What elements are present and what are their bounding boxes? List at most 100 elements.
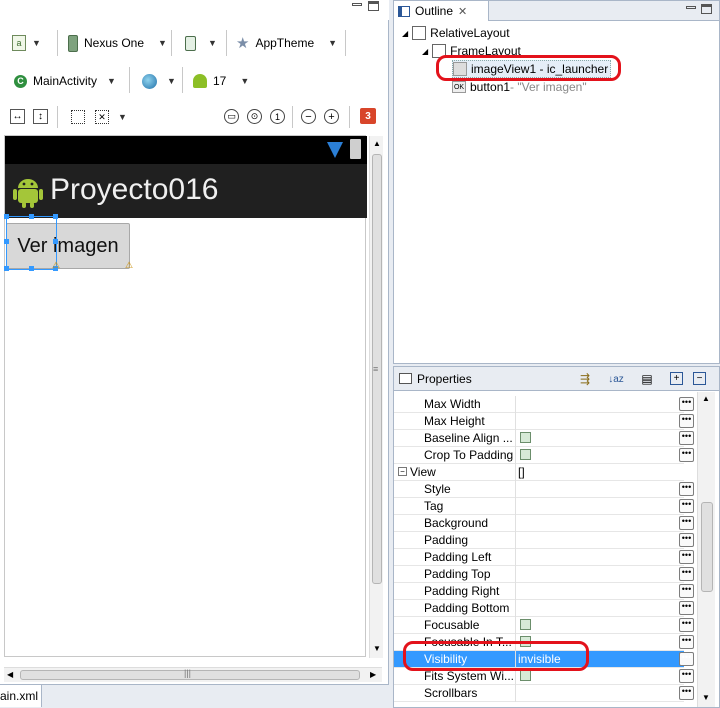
property-name: Max Height: [424, 414, 485, 428]
ellipsis-button[interactable]: •••: [679, 550, 694, 564]
tree-item-label: button1: [470, 80, 511, 94]
zoom-in-icon[interactable]: +: [324, 109, 339, 124]
ellipsis-button[interactable]: •••: [679, 584, 694, 598]
scroll-down-icon[interactable]: ▼: [702, 693, 710, 702]
editor-tab-strip: ain.xml: [0, 684, 389, 708]
property-row[interactable]: Focusable •••: [394, 617, 694, 634]
checkbox[interactable]: [520, 449, 531, 460]
property-name: Padding Bottom: [424, 601, 510, 615]
properties-vertical-scrollbar[interactable]: ▲ ▼: [697, 392, 715, 707]
app-title: Proyecto016: [50, 173, 219, 206]
property-row[interactable]: Max Height •••: [394, 413, 694, 430]
error-count-badge[interactable]: 3: [360, 108, 376, 124]
collapse-all-icon[interactable]: −: [693, 372, 706, 385]
ellipsis-button[interactable]: •••: [679, 431, 694, 445]
property-row[interactable]: Crop To Padding •••: [394, 447, 694, 464]
ellipsis-button[interactable]: •••: [679, 397, 694, 411]
ellipsis-button[interactable]: •••: [679, 499, 694, 513]
collapse-toggle-icon[interactable]: −: [398, 467, 407, 476]
ellipsis-button[interactable]: •••: [679, 618, 694, 632]
expand-triangle-icon[interactable]: ◢: [422, 47, 428, 56]
scroll-grip-icon: |||: [184, 668, 192, 678]
scroll-thumb[interactable]: [701, 502, 713, 592]
android-action-bar: Proyecto016: [5, 164, 367, 218]
property-row[interactable]: Padding •••: [394, 532, 694, 549]
filter-icon[interactable]: ⇶: [576, 371, 594, 387]
maximize-icon[interactable]: [368, 1, 379, 11]
scroll-up-icon[interactable]: ▲: [702, 394, 710, 403]
checkbox[interactable]: [520, 619, 531, 630]
property-row[interactable]: Tag •••: [394, 498, 694, 515]
android-icon: [193, 74, 207, 88]
editor-tab-main-xml[interactable]: ain.xml: [0, 685, 42, 707]
property-row[interactable]: Padding Bottom •••: [394, 600, 694, 617]
property-row[interactable]: Background •••: [394, 515, 694, 532]
selection-box: [4, 214, 58, 271]
chevron-down-icon: ▼: [32, 38, 41, 48]
layout-actions-icon[interactable]: ✕: [95, 110, 109, 124]
wifi-icon: [327, 142, 343, 158]
api-level-dropdown[interactable]: 17 ▼: [193, 69, 249, 93]
locale-dropdown[interactable]: ▼: [142, 69, 176, 93]
ellipsis-button[interactable]: •••: [679, 686, 694, 700]
fill-height-icon[interactable]: ↕: [33, 109, 48, 124]
sort-alpha-icon[interactable]: ↓az: [606, 371, 626, 387]
scroll-down-icon[interactable]: ▼: [373, 644, 381, 653]
zoom-fit-icon[interactable]: ▭: [224, 109, 239, 124]
rotate-icon: [185, 35, 196, 51]
property-row[interactable]: Padding Right •••: [394, 583, 694, 600]
device-dropdown[interactable]: Nexus One ▼: [68, 31, 167, 55]
ellipsis-button[interactable]: •••: [679, 482, 694, 496]
relativelayout-icon: [412, 26, 427, 40]
checkbox[interactable]: [520, 670, 531, 681]
chevron-down-icon[interactable]: ▼: [118, 112, 127, 122]
ellipsis-button[interactable]: •••: [679, 516, 694, 530]
editor-horizontal-scrollbar[interactable]: ◀ ||| ▶: [4, 667, 382, 682]
ellipsis-button[interactable]: •••: [679, 601, 694, 615]
minimize-icon[interactable]: [352, 3, 362, 6]
document-type-dropdown[interactable]: a ▼: [12, 31, 41, 55]
theme-dropdown[interactable]: ★ AppTheme ▼: [236, 31, 337, 55]
outline-tab[interactable]: Outline ✕: [394, 1, 489, 21]
property-row[interactable]: Padding Left •••: [394, 549, 694, 566]
property-row[interactable]: Padding Top •••: [394, 566, 694, 583]
ellipsis-button[interactable]: •••: [679, 652, 694, 666]
ellipsis-button[interactable]: •••: [679, 635, 694, 649]
layout-editor: a ▼ Nexus One ▼ ▼ ★ AppTheme ▼ C MainAct…: [0, 0, 389, 708]
scroll-up-icon[interactable]: ▲: [373, 139, 381, 148]
tree-item-relativelayout[interactable]: ◢ RelativeLayout: [402, 24, 510, 42]
ellipsis-button[interactable]: •••: [679, 448, 694, 462]
zoom-real-size-icon[interactable]: ⊙: [247, 109, 262, 124]
ellipsis-button[interactable]: •••: [679, 533, 694, 547]
maximize-icon[interactable]: [701, 4, 712, 14]
expand-triangle-icon[interactable]: ◢: [402, 29, 408, 38]
property-name: Crop To Padding: [424, 448, 514, 462]
chevron-down-icon: ▼: [240, 76, 250, 86]
checkbox[interactable]: [520, 432, 531, 443]
property-row[interactable]: Scrollbars •••: [394, 685, 694, 702]
minimize-icon[interactable]: [686, 6, 696, 9]
property-row[interactable]: Max Width •••: [394, 396, 694, 413]
fill-width-icon[interactable]: ↔: [10, 109, 25, 124]
zoom-actual-icon[interactable]: 1: [270, 109, 285, 124]
show-margins-icon[interactable]: [71, 110, 85, 124]
show-advanced-icon[interactable]: ▤: [638, 371, 656, 387]
chevron-down-icon: ▼: [208, 38, 217, 48]
ellipsis-button[interactable]: •••: [679, 414, 694, 428]
scroll-left-icon[interactable]: ◀: [7, 670, 13, 679]
expand-all-icon[interactable]: +: [670, 372, 683, 385]
warning-icon: ⚠: [125, 260, 134, 270]
close-icon[interactable]: ✕: [458, 5, 467, 18]
property-category-view[interactable]: − View []: [394, 464, 684, 481]
properties-tab-label: Properties: [417, 372, 472, 386]
orientation-dropdown[interactable]: ▼: [185, 31, 217, 55]
ellipsis-button[interactable]: •••: [679, 567, 694, 581]
preview-vertical-scrollbar[interactable]: ▲ ≡ ▼: [369, 136, 383, 658]
zoom-out-icon[interactable]: −: [301, 109, 316, 124]
scroll-right-icon[interactable]: ▶: [370, 670, 376, 679]
activity-dropdown[interactable]: C MainActivity ▼: [14, 69, 116, 93]
ellipsis-button[interactable]: •••: [679, 669, 694, 683]
property-value[interactable]: []: [518, 465, 525, 479]
property-row[interactable]: Baseline Align ... •••: [394, 430, 694, 447]
property-row[interactable]: Style •••: [394, 481, 694, 498]
